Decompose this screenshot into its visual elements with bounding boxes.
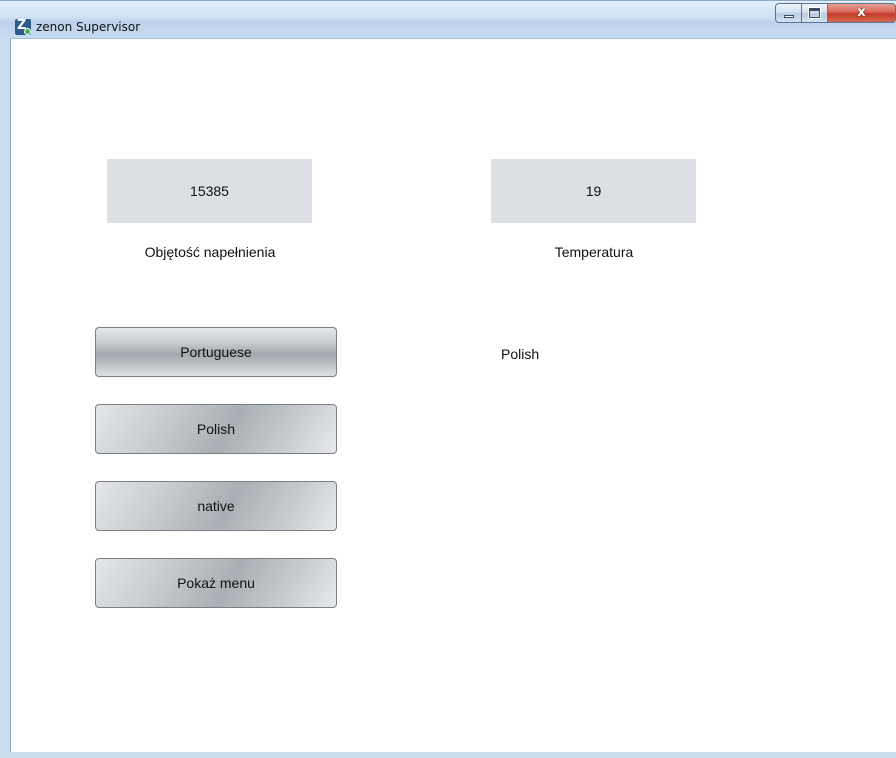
show-menu-button[interactable]: Pokaż menu <box>95 558 337 608</box>
close-button[interactable]: x <box>828 3 896 23</box>
current-language-text: Polish <box>501 346 540 362</box>
temperature-display: 19 <box>491 159 696 223</box>
polish-button[interactable]: Polish <box>95 404 337 454</box>
minimize-button[interactable] <box>775 3 802 23</box>
zenon-app-icon[interactable]: Z <box>15 19 31 35</box>
temperature-value: 19 <box>585 183 602 199</box>
maximize-button[interactable] <box>802 3 828 23</box>
native-button-label: native <box>197 498 235 514</box>
portuguese-button-label: Portuguese <box>180 344 252 360</box>
fill-volume-label: Objętość napełnienia <box>144 244 276 260</box>
close-icon: x <box>857 5 866 20</box>
window-controls: x <box>775 3 896 25</box>
title-bar[interactable]: Z zenon Supervisor x <box>0 0 896 38</box>
fill-volume-value: 15385 <box>190 183 229 199</box>
polish-button-label: Polish <box>196 421 236 437</box>
show-menu-button-label: Pokaż menu <box>177 575 255 591</box>
portuguese-button[interactable]: Portuguese <box>95 327 337 377</box>
maximize-icon <box>808 7 821 19</box>
native-button[interactable]: native <box>95 481 337 531</box>
minimize-icon <box>784 15 794 18</box>
window-title: zenon Supervisor <box>36 20 141 34</box>
temperature-label: Temperatura <box>554 244 634 260</box>
screen-canvas: 15385 Objętość napełnienia 19 Temperatur… <box>10 38 896 752</box>
fill-volume-display: 15385 <box>107 159 312 223</box>
app-window: Z zenon Supervisor x 15385 Objętość nape… <box>0 0 896 758</box>
